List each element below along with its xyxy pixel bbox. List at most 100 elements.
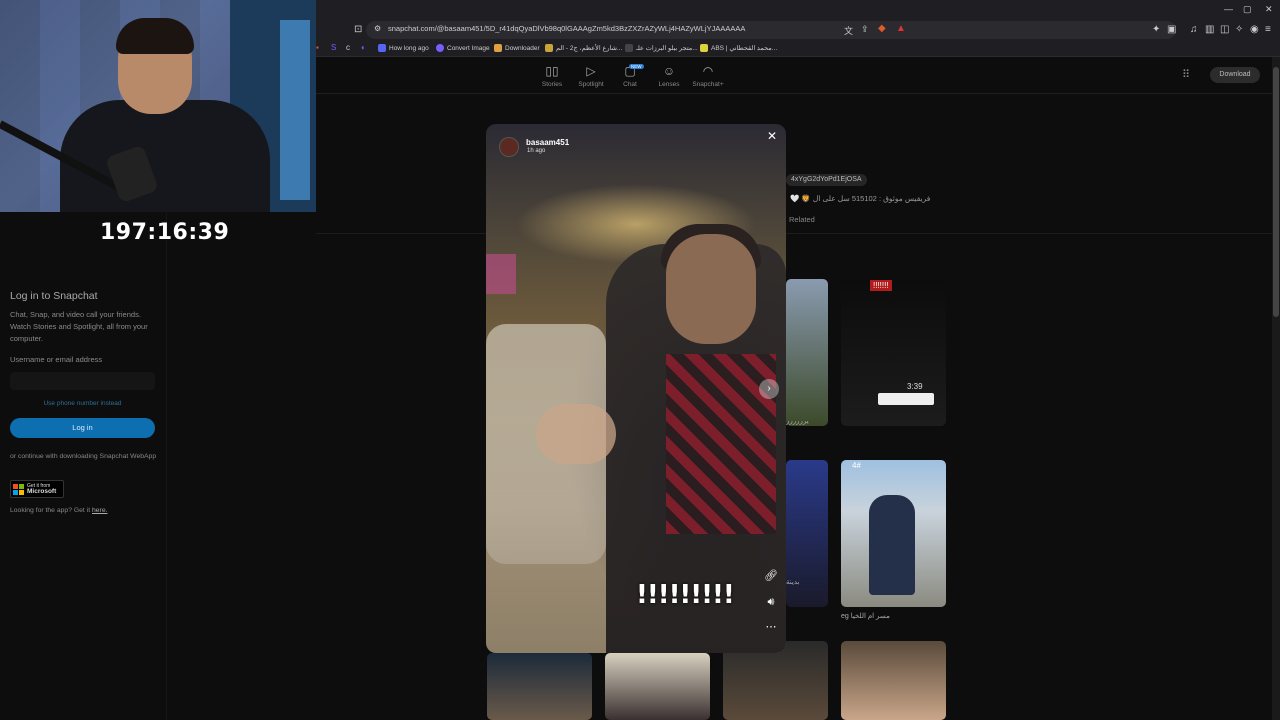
bookmark-c-icon[interactable]: c [346,43,350,52]
share-icon[interactable]: ⇪ [861,24,869,35]
tile-tag: 4# [852,461,861,470]
story-caption: !!!!!!!!! [636,580,735,610]
next-story-button[interactable]: › [759,379,779,399]
link-icon[interactable]: 🔗︎ [764,569,778,582]
streamer-webcam [0,0,316,212]
bookmark-icon[interactable]: ⊡ [354,24,362,35]
bookmark-discord-icon[interactable]: ◐ [361,43,366,52]
spotlight-icon: ▷ [586,64,596,78]
bookmark-favicon [494,44,502,52]
bookmark-label: شارع الأعظم، ج2 - الم... [556,45,623,52]
vpn-icon[interactable]: ◉ [1250,24,1259,35]
story-tile[interactable] [841,460,946,607]
username-input[interactable] [10,372,155,390]
rewards-icon[interactable]: ▲ [896,23,906,34]
tile-card [878,393,934,405]
webcam-shelf-light [280,20,310,200]
left-panel-divider [166,212,167,720]
tile-caption: يرررررر [786,418,809,425]
extensions-icon[interactable]: ✦ [1152,24,1160,35]
translate-icon[interactable]: 文 [844,24,853,37]
profile-handle-tag: 4xYgG2dYoPd1EjOSA [786,174,867,186]
story-subject-scarf [666,354,776,534]
stories-icon: ▯▯ [545,64,559,78]
bookmark-store[interactable]: متجر بيلو البرزات علـ... [625,44,698,52]
sidebar-icon[interactable]: ▥ [1205,24,1214,35]
story-viewer[interactable] [486,124,786,653]
story-hand [536,404,616,464]
more-icon[interactable]: ⋯ [764,620,778,633]
nav-label: Spotlight [578,81,604,88]
bookmark-abs[interactable]: ABS | محمد القحطاني... [700,44,777,52]
profile-divider [316,233,1272,234]
bookmark-favicon [378,44,386,52]
bookmark-favicon [625,44,633,52]
bookmark-label: Downloader [505,44,540,52]
maximize-button[interactable]: ▢ [1243,4,1252,15]
tile-time: 3:39 [907,382,923,391]
bookmark-favicon [436,44,444,52]
wallet-icon[interactable]: ◫ [1220,24,1229,35]
nav-label: Snapchat+ [692,81,724,88]
bookmark-convert-image[interactable]: Convert Image [436,44,490,52]
nav-label: Stories [541,81,563,88]
scrollbar-thumb[interactable] [1273,67,1279,317]
nav-label: Lenses [658,81,680,88]
bookmark-street[interactable]: شارع الأعظم، ج2 - الم... [545,44,622,52]
get-app-text: Looking for the app? Get it here. [10,507,108,514]
username-label: Username or email address [10,355,103,364]
story-subject-head [666,234,756,344]
screenshot-icon[interactable]: ▣ [1167,24,1176,35]
download-button[interactable]: Download [1210,67,1260,83]
webcam-person-hair [116,18,194,54]
story-tile[interactable] [605,653,710,720]
close-window-button[interactable]: ✕ [1265,4,1273,15]
story-bg-sign [486,254,516,294]
page-scrollbar[interactable] [1272,57,1280,720]
bookmark-label: Convert Image [447,44,490,52]
microsoft-logo-icon [13,483,24,495]
brave-shield-icon[interactable]: ◆ [878,23,886,34]
nav-spotlight[interactable]: ▷ Spotlight [571,64,611,88]
use-phone-link[interactable]: Use phone number instead [10,400,155,407]
minimize-button[interactable]: — [1224,4,1233,14]
bookmark-s-icon[interactable]: S [331,43,336,52]
get-app-link[interactable]: here. [92,507,108,514]
badge-big-text: Microsoft [27,488,57,495]
bookmark-favicon [545,44,553,52]
chat-new-badge: NEW [629,64,644,69]
nav-lenses[interactable]: ☺ Lenses [649,64,689,88]
apps-grid-icon[interactable]: ⠿ [1182,68,1190,81]
story-username[interactable]: basaam451 [526,138,569,147]
nav-stories[interactable]: ▯▯ Stories [532,64,572,88]
story-tile[interactable] [841,641,946,720]
story-tile[interactable] [487,653,592,720]
volume-icon[interactable]: 🔊︎ [764,596,778,609]
music-icon[interactable]: ♫ [1190,24,1198,35]
tile-person [869,495,915,595]
nav-snapchat-plus[interactable]: ◠ Snapchat+ [688,64,728,88]
url-text[interactable]: snapchat.com/@basaam451/5D_r41dqQyaDlVb9… [388,24,745,33]
story-avatar[interactable] [499,137,519,157]
menu-icon[interactable]: ≡ [1265,24,1271,35]
site-info-icon[interactable]: ⚙ [374,24,381,33]
microsoft-badge-text: Get it from Microsoft [27,483,56,495]
leo-icon[interactable]: ✧ [1235,24,1243,35]
ghost-icon: ◠ [702,64,714,78]
microsoft-store-badge[interactable]: Get it from Microsoft [10,480,64,498]
bookmark-how-long-ago[interactable]: How long ago [378,44,429,52]
webcam-person [60,100,270,212]
tile-caption: eg مسر ام اللخيا [841,613,890,620]
bookmark-label: متجر بيلو البرزات علـ... [636,45,698,52]
story-tile[interactable] [786,279,828,426]
tile-caption: بدينة [786,579,800,586]
header-divider [316,93,1272,94]
story-time: 1h ago [527,148,546,154]
profile-bio: 🤍 🦁 فريقيس موثوق : 515102 سل على ال [790,194,931,203]
login-button[interactable]: Log in [10,418,155,438]
bookmark-favicon [700,44,708,52]
tab-related[interactable]: Related [789,215,815,224]
bookmark-downloader[interactable]: Downloader [494,44,540,52]
bookmark-folder-icon[interactable]: ▪ [316,43,319,52]
close-story-button[interactable]: ✕ [765,129,779,143]
